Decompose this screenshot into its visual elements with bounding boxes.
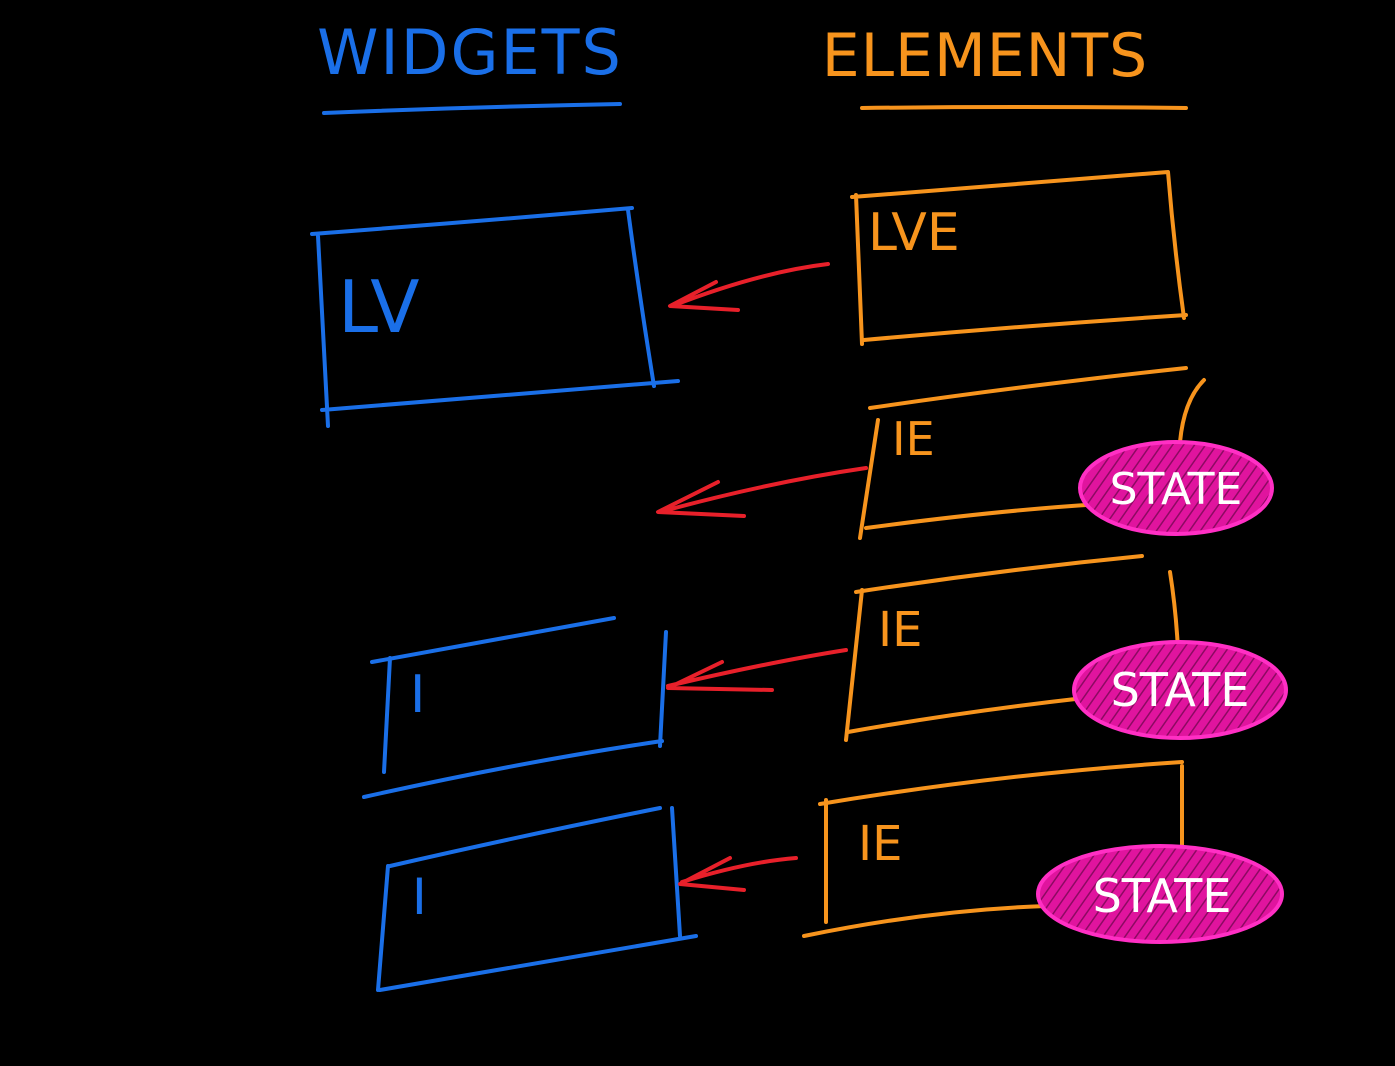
widget-box-lv: LV bbox=[310, 206, 680, 428]
arrow-ie-3-to-i-2-shaft bbox=[678, 856, 798, 892]
arrow-lve-to-lv-shaft bbox=[668, 262, 830, 312]
widget-box-i-2-label: I bbox=[412, 868, 427, 926]
widgets-header-underline bbox=[322, 102, 622, 115]
state-badge-3: STATE bbox=[1036, 844, 1284, 944]
state-badge-1: STATE bbox=[1078, 440, 1274, 536]
state-badge-2-label: STATE bbox=[1111, 663, 1250, 717]
diagram-canvas: WIDGETS ELEMENTS LV I I LVE IE IE IE STA… bbox=[310, 16, 1288, 992]
element-box-lve-label: LVE bbox=[868, 203, 960, 263]
widgets-header: WIDGETS bbox=[317, 16, 623, 115]
elements-header: ELEMENTS bbox=[822, 21, 1188, 110]
state-badge-3-label: STATE bbox=[1093, 869, 1232, 923]
arrow-ie-2-to-i-1 bbox=[666, 648, 848, 692]
arrow-lve-to-lv bbox=[668, 262, 830, 312]
widget-box-i-1-label: I bbox=[410, 665, 425, 725]
element-box-lve: LVE bbox=[850, 170, 1188, 346]
widgets-header-label: WIDGETS bbox=[317, 16, 623, 89]
arrow-ie-3-to-i-2 bbox=[678, 856, 798, 892]
elements-header-underline bbox=[860, 105, 1188, 110]
element-box-ie-3-label: IE bbox=[858, 816, 902, 872]
arrow-ie-2-to-i-1-shaft bbox=[666, 648, 848, 692]
state-badge-1-label: STATE bbox=[1110, 464, 1243, 515]
widget-box-i-1: I bbox=[362, 616, 668, 799]
widget-box-lv-label: LV bbox=[338, 265, 419, 349]
arrow-ie-1-dangling bbox=[656, 466, 868, 518]
arrow-ie-1-shaft bbox=[656, 466, 868, 518]
element-box-ie-1-label: IE bbox=[892, 412, 935, 466]
elements-header-label: ELEMENTS bbox=[822, 21, 1149, 91]
widget-box-i-2: I bbox=[376, 806, 698, 992]
element-box-ie-2-label: IE bbox=[878, 602, 922, 658]
state-badge-2: STATE bbox=[1072, 640, 1288, 740]
